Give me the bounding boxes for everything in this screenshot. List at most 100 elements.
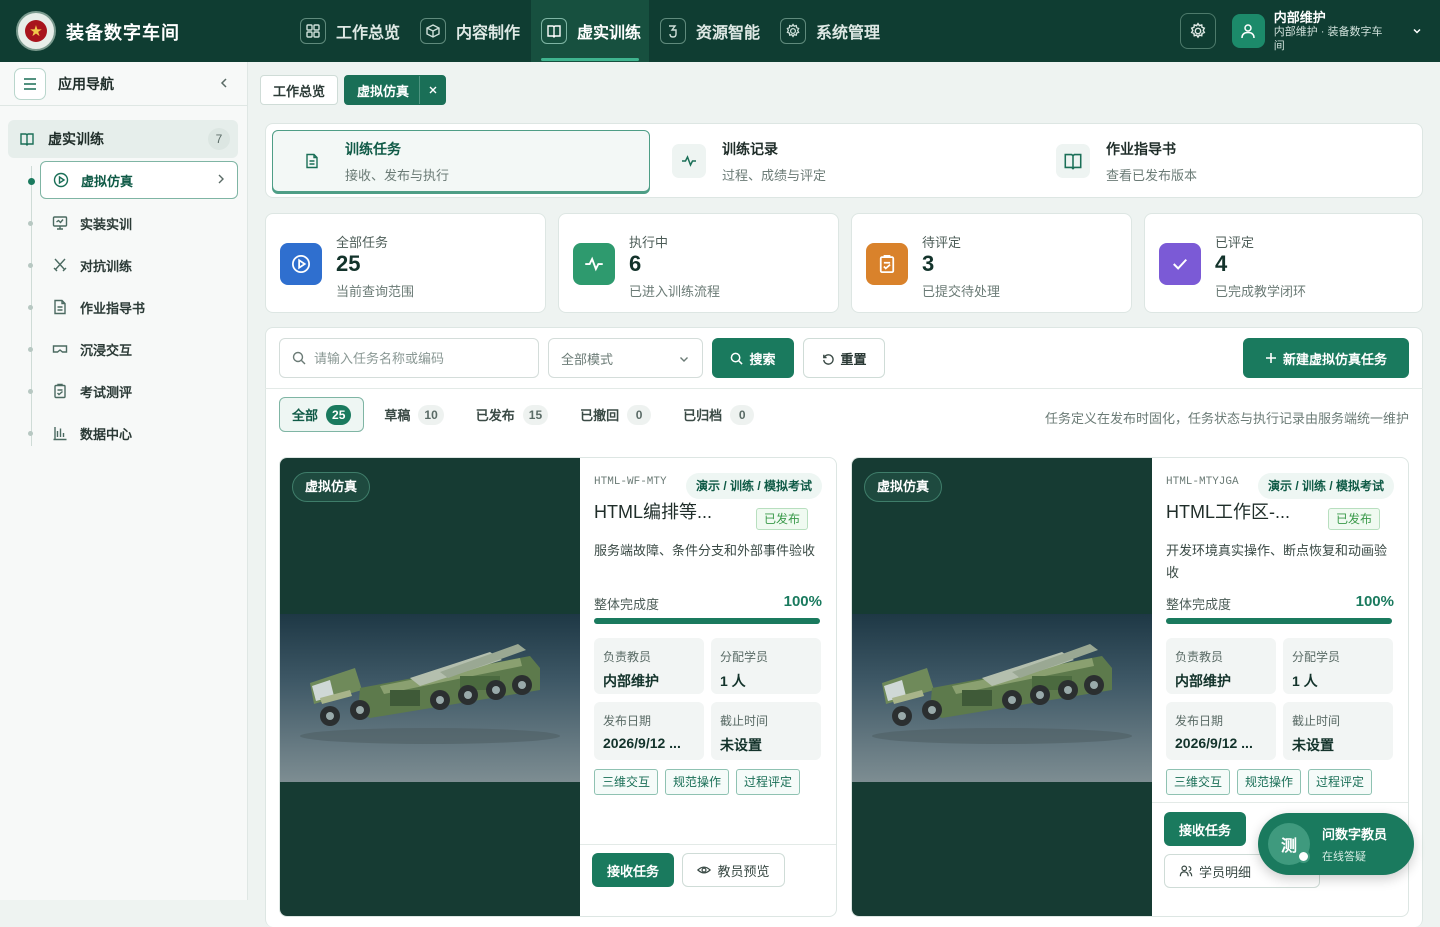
tab-overview[interactable]: 工作总览 [260,75,339,105]
module-title: 作业指导书 [1106,140,1176,157]
teacher-field: 负责教员 内部维护 [594,638,704,694]
emblem-icon: ★ [25,20,47,42]
nav-tab-system[interactable]: 系统管理 [780,0,890,62]
collapse-sidebar-icon[interactable] [218,77,230,89]
tab-virtual-sim[interactable]: 虚拟仿真 [344,75,447,105]
cube-icon [420,18,446,44]
divider [1152,802,1408,803]
field-label: 发布日期 [603,714,652,728]
module-training-records[interactable]: 训练记录 过程、成绩与评定 [650,130,1030,192]
filter-all[interactable]: 全部 25 [279,397,365,432]
stat-card-running[interactable]: 执行中 6 已进入训练流程 [558,213,839,313]
user-menu[interactable]: 内部维护 内部维护 · 装备数字车间 [1232,10,1422,52]
filter-label: 草稿 [384,408,411,423]
filter-withdrawn[interactable]: 已撤回 0 [568,397,663,432]
mode-select[interactable]: 全部模式 [548,338,703,378]
teacher-field: 负责教员 内部维护 [1166,638,1276,694]
tree-dot [28,221,33,226]
ai-assistant-button[interactable]: 测 问数字教员 在线答疑 [1258,813,1414,875]
teacher-preview-button[interactable]: 教员预览 [682,853,785,887]
receive-task-button[interactable]: 接收任务 [592,853,674,887]
progress-fill [1166,618,1392,624]
stat-value: 6 [629,251,642,276]
settings-button[interactable] [1180,13,1216,49]
sidebar: 应用导航 虚实训练 7 虚拟仿真 实装实训 对抗训练 作业指导书 沉浸交互 考试… [0,62,248,900]
grid-icon [300,18,326,44]
filter-label: 全部 [292,408,319,423]
filter-published[interactable]: 已发布 15 [464,397,560,432]
filter-archived[interactable]: 已归档 0 [671,397,766,432]
sidebar-item-exam[interactable]: 考试测评 [28,372,238,410]
sidebar-item-data-center[interactable]: 数据中心 [28,414,238,452]
tree-dot [28,389,33,394]
field-value: 内部维护 [603,673,659,689]
user-subtitle: 内部维护 · 装备数字车间 [1273,25,1383,52]
sidebar-item-virtual-sim[interactable]: 虚拟仿真 [28,161,238,199]
new-task-button-label: 新建虚拟仿真任务 [1282,351,1387,367]
field-label: 分配学员 [720,650,769,664]
sidebar-item-confrontation[interactable]: 对抗训练 [28,246,238,284]
sidebar-item-field-training[interactable]: 实装实训 [28,204,238,242]
student-details-label: 学员明细 [1199,864,1252,880]
avatar [1232,14,1265,48]
sidebar-item-work-guide[interactable]: 作业指导书 [28,288,238,326]
new-task-button[interactable]: 新建虚拟仿真任务 [1243,338,1409,378]
sidebar-group-count: 7 [208,128,230,150]
receive-task-button[interactable]: 接收任务 [1164,812,1246,846]
progress-value: 100% [1355,593,1394,610]
task-info: HTML-WF-MTY 演示 / 训练 / 模拟考试 HTML编排等... 已发… [594,458,822,916]
filter-count: 0 [627,404,652,425]
filter-draft[interactable]: 草稿 10 [372,397,455,432]
app-logo[interactable]: ★ [16,11,56,51]
publish-date-field: 发布日期 2026/9/12 ... [594,702,704,760]
nav-tab-content[interactable]: 内容制作 [420,0,530,62]
module-title: 训练任务 [345,140,401,157]
field-value: 1 人 [720,673,746,689]
module-work-guide[interactable]: 作业指导书 查看已发布版本 [1034,130,1414,192]
hook-icon [660,18,686,44]
nav-tab-label: 资源智能 [696,25,761,42]
nav-tab-training[interactable]: 虚实训练 [531,0,649,62]
eye-icon [697,863,712,877]
stat-title: 待评定 [922,235,962,250]
filter-count: 15 [522,404,549,425]
tag-chip: 三维交互 [1166,769,1231,795]
search-input[interactable] [314,350,524,366]
sidebar-item-immersive[interactable]: 沉浸交互 [28,330,238,368]
sidebar-header: 应用导航 [0,62,247,106]
reset-button[interactable]: 重置 [803,338,885,378]
task-card[interactable]: 虚拟仿真 HTML-WF-MTY 演示 / 训练 / 模拟考试 HTML编排等.… [279,457,837,917]
menu-toggle-button[interactable] [14,67,46,100]
stat-card-all[interactable]: 全部任务 25 当前查询范围 [265,213,546,313]
stat-value: 4 [1215,251,1228,276]
search-button[interactable]: 搜索 [712,338,794,378]
play-circle-icon [280,243,322,285]
sidebar-item-label: 虚拟仿真 [81,173,134,189]
task-name[interactable]: HTML工作区-... [1166,498,1290,524]
stat-card-pending[interactable]: 待评定 3 已提交待处理 [851,213,1132,313]
module-training-tasks[interactable]: 训练任务 接收、发布与执行 [272,130,650,192]
nav-tab-label: 虚实训练 [577,25,642,42]
nav-tab-resources[interactable]: 资源智能 [660,0,770,62]
vr-goggles-icon [52,341,68,357]
task-type-tag: 虚拟仿真 [292,472,371,502]
sidebar-item-label: 考试测评 [80,384,133,400]
assistant-title: 问数字教员 [1322,827,1388,842]
task-tags: 三维交互 规范操作 过程评定 [1166,769,1373,795]
search-icon [292,351,306,365]
nav-tab-overview[interactable]: 工作总览 [300,0,410,62]
stat-title: 全部任务 [336,235,389,250]
task-name[interactable]: HTML编排等... [594,498,712,524]
tag-chip: 过程评定 [1308,769,1373,795]
chevron-down-icon [678,353,690,365]
check-icon [1159,243,1201,285]
nav-tab-label: 内容制作 [456,25,521,42]
tag-chip: 规范操作 [665,769,730,795]
stat-card-evaluated[interactable]: 已评定 4 已完成教学闭环 [1144,213,1423,313]
sidebar-group-training[interactable]: 虚实训练 7 [8,120,238,158]
page-tabs: 工作总览 虚拟仿真 [260,75,447,105]
field-value: 内部维护 [1175,673,1231,689]
close-tab-icon[interactable] [419,76,445,104]
sidebar-title: 应用导航 [58,75,114,92]
stat-title: 执行中 [629,235,669,250]
